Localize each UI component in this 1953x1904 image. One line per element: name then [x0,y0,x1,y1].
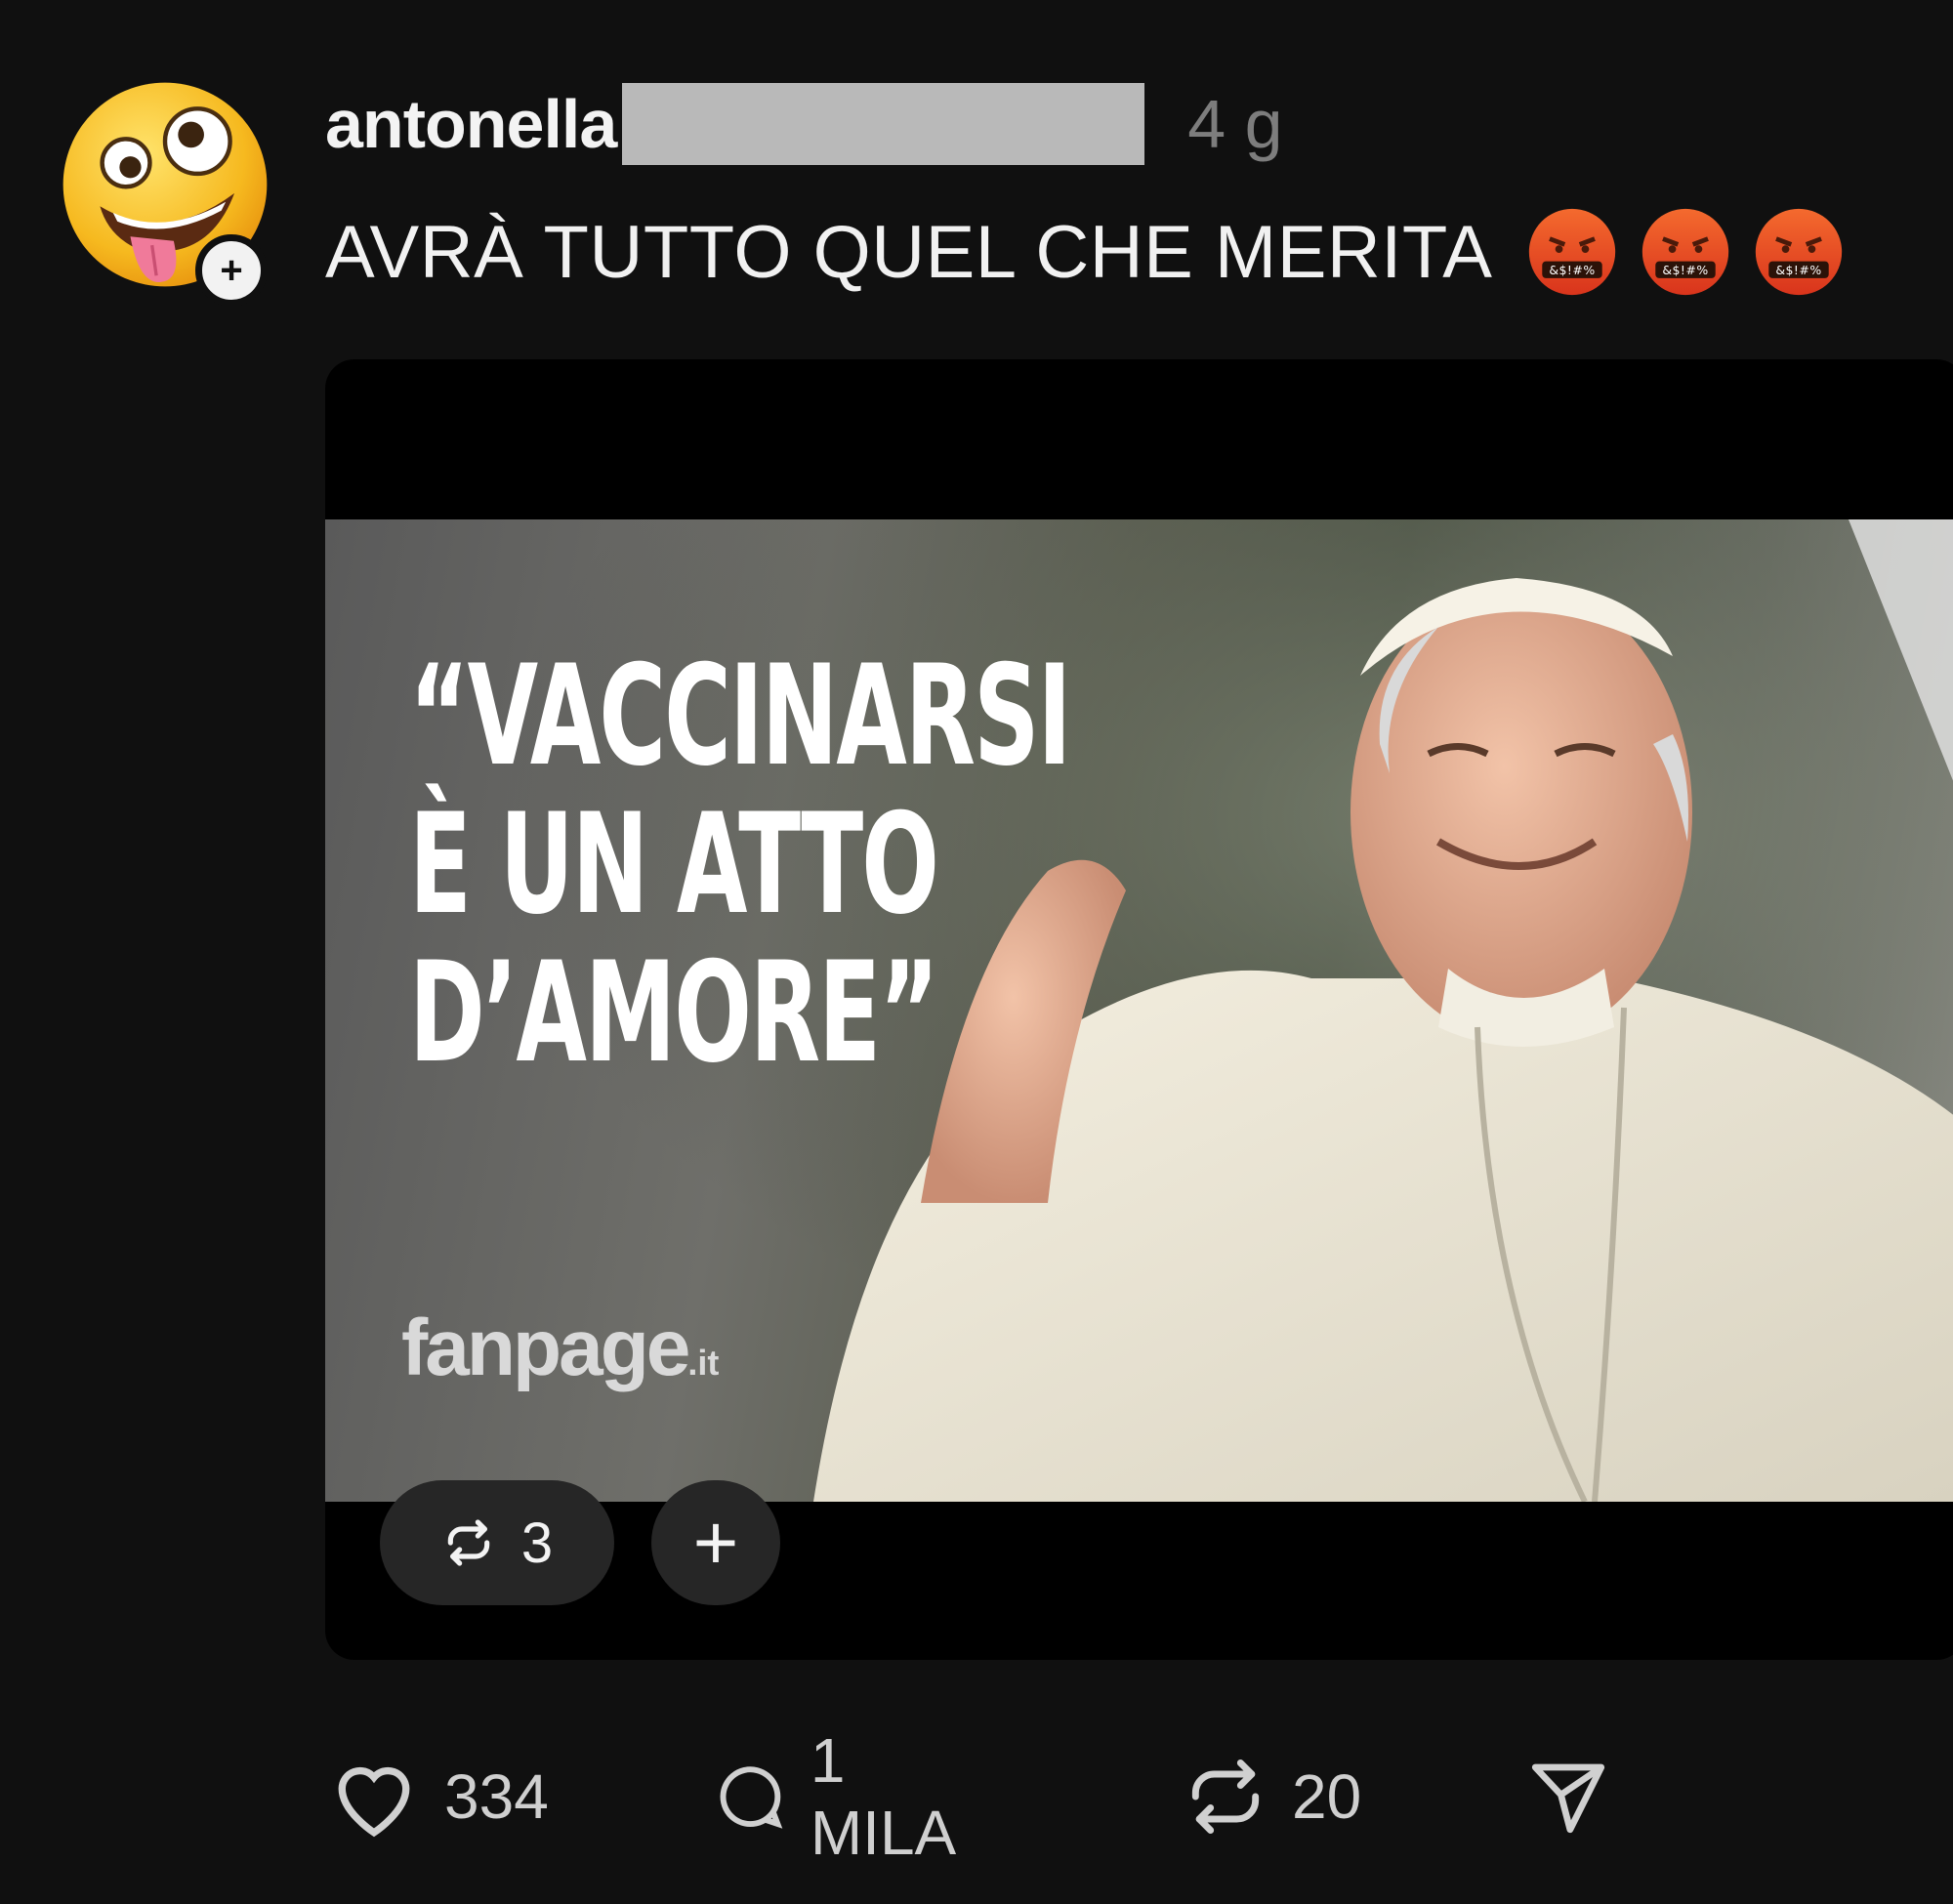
redacted-username-block [622,83,1145,165]
svg-text:&$!#%: &$!#% [1776,263,1822,277]
username[interactable]: antonella [325,85,617,163]
comment-icon [720,1766,783,1829]
post-time: 4 g [1187,86,1283,162]
media-add-button[interactable]: + [651,1480,780,1605]
headline-line-3: D’AMORE” [409,932,939,1094]
fanpage-logo: fanpage.it [401,1303,719,1394]
plus-icon: + [220,248,243,292]
repost-icon [447,1519,490,1566]
face-with-symbols-on-mouth-icon: &$!#% [1525,205,1619,299]
headline-line-2: È UN ATTO [409,784,939,945]
like-count: 334 [444,1761,549,1832]
image-headline: “VACCINARSI È UN ATTO D’AMORE” [409,636,1071,1094]
headline-line-1: “VACCINARSI [409,636,1071,797]
comment-count: 1 MILA [810,1725,957,1868]
send-icon [1531,1763,1605,1834]
share-button[interactable] [1524,1753,1612,1841]
heart-icon [338,1766,410,1838]
face-with-symbols-on-mouth-icon: &$!#% [1639,205,1732,299]
comment-button[interactable]: 1 MILA [712,1724,973,1869]
brand-suffix: .it [687,1343,720,1383]
post-image[interactable]: “VACCINARSI È UN ATTO D’AMORE” fanpage.i… [325,519,1953,1502]
media-repost-button[interactable]: 3 [380,1480,614,1605]
post-media-card[interactable]: “VACCINARSI È UN ATTO D’AMORE” fanpage.i… [325,359,1953,1660]
svg-text:&$!#%: &$!#% [1550,263,1596,277]
repost-count: 20 [1292,1761,1362,1832]
repost-button[interactable]: 20 [1181,1752,1361,1842]
plus-icon: + [692,1499,739,1586]
media-repost-count: 3 [520,1511,554,1575]
caption-emojis: &$!#% &$!#% &$!#% [1525,205,1846,299]
brand-name: fanpage [401,1304,690,1392]
face-with-symbols-on-mouth-icon: &$!#% [1752,205,1846,299]
like-button[interactable]: 334 [325,1753,549,1841]
post-caption: AVRÀ TUTTO QUEL CHE MERITA &$!#% &$!#% &… [325,203,1846,301]
follow-button[interactable]: + [195,234,268,307]
svg-text:&$!#%: &$!#% [1663,263,1709,277]
post-text: AVRÀ TUTTO QUEL CHE MERITA [325,210,1493,294]
repost-icon [1191,1759,1260,1834]
post-header: antonella 4 g [325,80,1283,168]
